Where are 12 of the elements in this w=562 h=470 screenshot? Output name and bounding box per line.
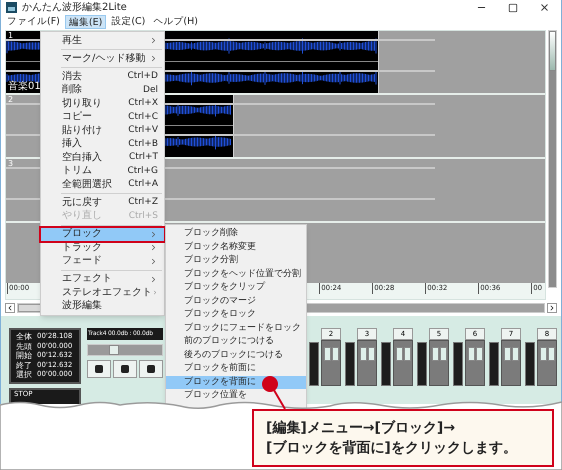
time-info-label: 全体: [16, 332, 32, 342]
track-number: 1: [8, 31, 14, 41]
time-info-label: 終了: [16, 360, 32, 370]
track-name: 音楽01: [8, 81, 41, 92]
time-info-label: 開始: [16, 351, 32, 360]
track-number: 2: [8, 95, 14, 105]
time-info-label: 先頭: [16, 342, 32, 351]
callout-text: [編集]メニュー→[ブロック]→: [266, 419, 456, 438]
callout-text: [ブロックを背面に]をクリックします。: [266, 439, 518, 458]
track-number: 3: [8, 159, 14, 169]
time-info-label: 選択: [16, 370, 32, 380]
window-title: かんたん波形編集2Lite: [22, 0, 128, 15]
